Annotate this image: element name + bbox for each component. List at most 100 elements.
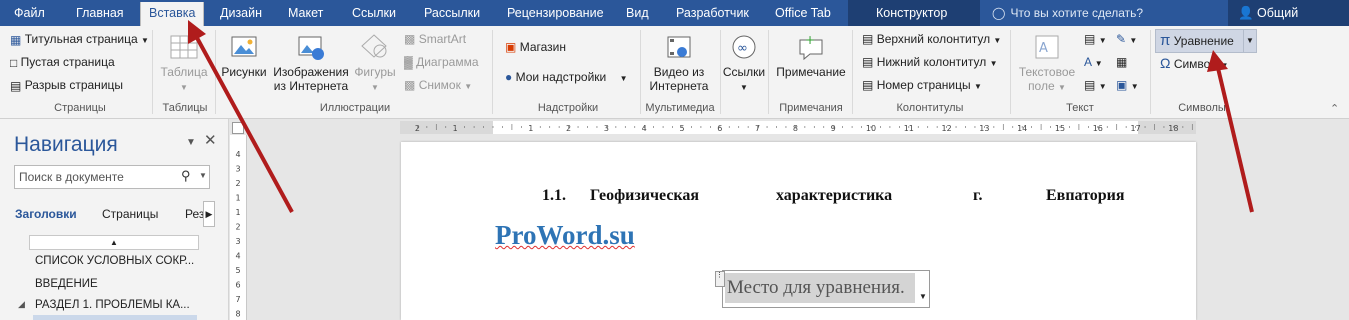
nav-item[interactable]: РАЗДЕЛ 1. ПРОБЛЕМЫ КА... [35, 299, 190, 311]
equation-placeholder-text[interactable]: Место для уравнения. [725, 273, 915, 303]
chevron-down-icon[interactable]: ▼ [199, 171, 207, 180]
tab-review[interactable]: Рецензирование [507, 0, 604, 26]
pane-options-icon[interactable]: ▼ [186, 137, 196, 148]
chevron-down-icon: ▼ [1058, 83, 1066, 92]
ribbon-tab-bar: Файл Главная Вставка Дизайн Макет Ссылки… [0, 0, 1349, 46]
header-button[interactable]: ▤ Верхний колонтитул ▼ [862, 32, 1001, 46]
comment-button[interactable]: + Примечание [772, 32, 850, 79]
screenshot-button[interactable]: ▩ Снимок ▼ [404, 78, 472, 92]
nav-tab-results[interactable]: Рез [185, 207, 204, 221]
blank-page-label: Пустая страница [20, 55, 115, 69]
quick-parts-button[interactable]: ▤ ▼ [1084, 32, 1107, 46]
store-button[interactable]: ▣ Магазин [505, 40, 566, 54]
signature-line-button[interactable]: ✎ ▼ [1116, 32, 1137, 46]
horizontal-ruler[interactable]: 2 1 1 2 3 4 5 6 7 8 9 10 11 12 13 14 15 16 17 18 [400, 121, 1196, 134]
ruler-number: 3 [235, 237, 240, 246]
tell-me-box[interactable]: ◯ Что вы хотите сделать? [992, 0, 1143, 26]
online-pictures-button[interactable]: Изображения из Интернета [270, 32, 352, 93]
links-button[interactable]: ∞ Ссылки ▼ [722, 32, 766, 95]
tab-view[interactable]: Вид [626, 0, 649, 26]
equation-handle-icon[interactable]: ⋮ [715, 271, 725, 287]
store-icon: ▣ [505, 40, 517, 54]
chevron-down-icon: ▼ [619, 74, 628, 83]
share-button[interactable]: 👤 Общий доступ [1228, 0, 1349, 46]
chart-button[interactable]: ▓ Диаграмма [404, 55, 479, 69]
search-input[interactable]: Поиск в документе ⚲ ▼ [14, 165, 210, 189]
tab-selector[interactable] [232, 122, 244, 134]
chevron-down-icon: ▼ [1246, 36, 1254, 45]
nav-item[interactable]: СПИСОК УСЛОВНЫХ СОКР... [35, 255, 194, 267]
ruler-number: 5 [679, 124, 684, 133]
pictures-label: Рисунки [221, 65, 267, 79]
group-label-pages: Страницы [54, 102, 106, 114]
collapse-up-icon: ▲ [110, 238, 118, 247]
ruler-number: 1 [453, 124, 458, 133]
equation-dropdown[interactable]: ▼ [1243, 29, 1257, 53]
page-break-button[interactable]: ▤ Разрыв страницы [10, 78, 123, 93]
ruler-number: 1 [235, 194, 240, 203]
tab-layout[interactable]: Макет [288, 0, 323, 26]
collapse-all-bar[interactable]: ▲ [29, 235, 199, 250]
chart-icon: ▓ [404, 55, 413, 69]
group-label-symbols: Символы [1178, 102, 1226, 114]
chevron-down-icon: ▼ [180, 83, 188, 92]
textbox-button[interactable]: A Текстовое поле ▼ [1014, 32, 1080, 95]
ruler-number: 16 [1093, 124, 1103, 133]
nav-item[interactable]: ВВЕДЕНИЕ [35, 278, 98, 290]
wordart-button[interactable]: A ▼ [1084, 55, 1103, 69]
pictures-button[interactable]: Рисунки [220, 32, 268, 79]
equation-button[interactable]: π Уравнение [1155, 29, 1249, 53]
tab-home[interactable]: Главная [76, 0, 124, 26]
chevron-down-icon: ▼ [973, 82, 982, 91]
tab-design[interactable]: Дизайн [220, 0, 262, 26]
footer-icon: ▤ [862, 55, 874, 69]
equation-placeholder-box[interactable]: ⋮ Место для уравнения. ▼ [715, 270, 930, 308]
online-video-label-1: Видео из [653, 65, 705, 79]
close-icon[interactable]: ✕ [204, 131, 217, 149]
ruler-number: 6 [235, 281, 240, 290]
ruler-ticks: 2 1 1 2 3 4 5 6 7 8 9 10 11 12 13 14 15 16 17 18 [415, 124, 1193, 133]
tab-insert[interactable]: Вставка [140, 2, 205, 26]
nav-tab-headings[interactable]: Заголовки [15, 207, 77, 221]
tab-constructor[interactable]: Конструктор [876, 0, 947, 26]
tab-file[interactable]: Файл [14, 0, 45, 26]
ruler-number: 7 [235, 295, 240, 304]
svg-text:A: A [1039, 41, 1048, 56]
smartart-button[interactable]: ▩ SmartArt [404, 32, 466, 46]
my-addins-button[interactable]: ● Мои надстройки ▼ [505, 70, 628, 84]
header-label: Верхний колонтитул [876, 32, 991, 46]
group-separator [1150, 30, 1151, 114]
heading-word: Евпатория [1046, 187, 1125, 204]
nav-item-selected[interactable] [33, 315, 197, 320]
cover-page-button[interactable]: ▦ Титульная страница ▼ [10, 32, 149, 47]
ruler-number: 18 [1168, 124, 1178, 133]
date-time-button[interactable]: ▦ [1116, 55, 1127, 69]
chevron-down-icon: ▼ [1130, 82, 1139, 91]
tab-office-tab[interactable]: Office Tab [775, 0, 831, 26]
collapse-ribbon-icon[interactable]: ⌃ [1330, 102, 1339, 115]
blank-page-button[interactable]: □ Пустая страница [10, 55, 115, 70]
document-page[interactable]: 1.1. Геофизическая характеристика г. Евп… [401, 142, 1196, 320]
object-button[interactable]: ▣ ▼ [1116, 78, 1139, 92]
dropcap-button[interactable]: ▤ ▼ [1084, 78, 1107, 92]
ruler-number: 14 [1017, 124, 1027, 133]
nav-tab-pages[interactable]: Страницы [102, 207, 158, 221]
expand-triangle-icon[interactable]: ◢ [18, 299, 25, 310]
symbol-button[interactable]: Ω Символ ▼ [1160, 55, 1228, 71]
dropcap-icon: ▤ [1084, 78, 1096, 92]
page-break-icon: ▤ [10, 78, 22, 93]
textbox-icon: A [1035, 35, 1059, 59]
online-video-button[interactable]: Видео из Интернета [644, 32, 714, 93]
page-number-button[interactable]: ▤ Номер страницы ▼ [862, 78, 982, 92]
vertical-ruler[interactable]: 4 3 2 1 1 2 3 4 5 6 7 8 [230, 135, 247, 320]
search-icon[interactable]: ⚲ [181, 168, 191, 184]
shapes-button[interactable]: Фигуры ▼ [352, 32, 398, 95]
scroll-right-icon[interactable]: ▶ [203, 201, 215, 227]
footer-button[interactable]: ▤ Нижний колонтитул ▼ [862, 55, 998, 69]
table-button[interactable]: Таблица ▼ [160, 32, 208, 95]
tab-developer[interactable]: Разработчик [676, 0, 749, 26]
equation-options-icon[interactable]: ▼ [917, 275, 929, 305]
comment-label: Примечание [776, 65, 846, 79]
tab-references[interactable]: Ссылки [352, 0, 396, 26]
tab-mailings[interactable]: Рассылки [424, 0, 480, 26]
